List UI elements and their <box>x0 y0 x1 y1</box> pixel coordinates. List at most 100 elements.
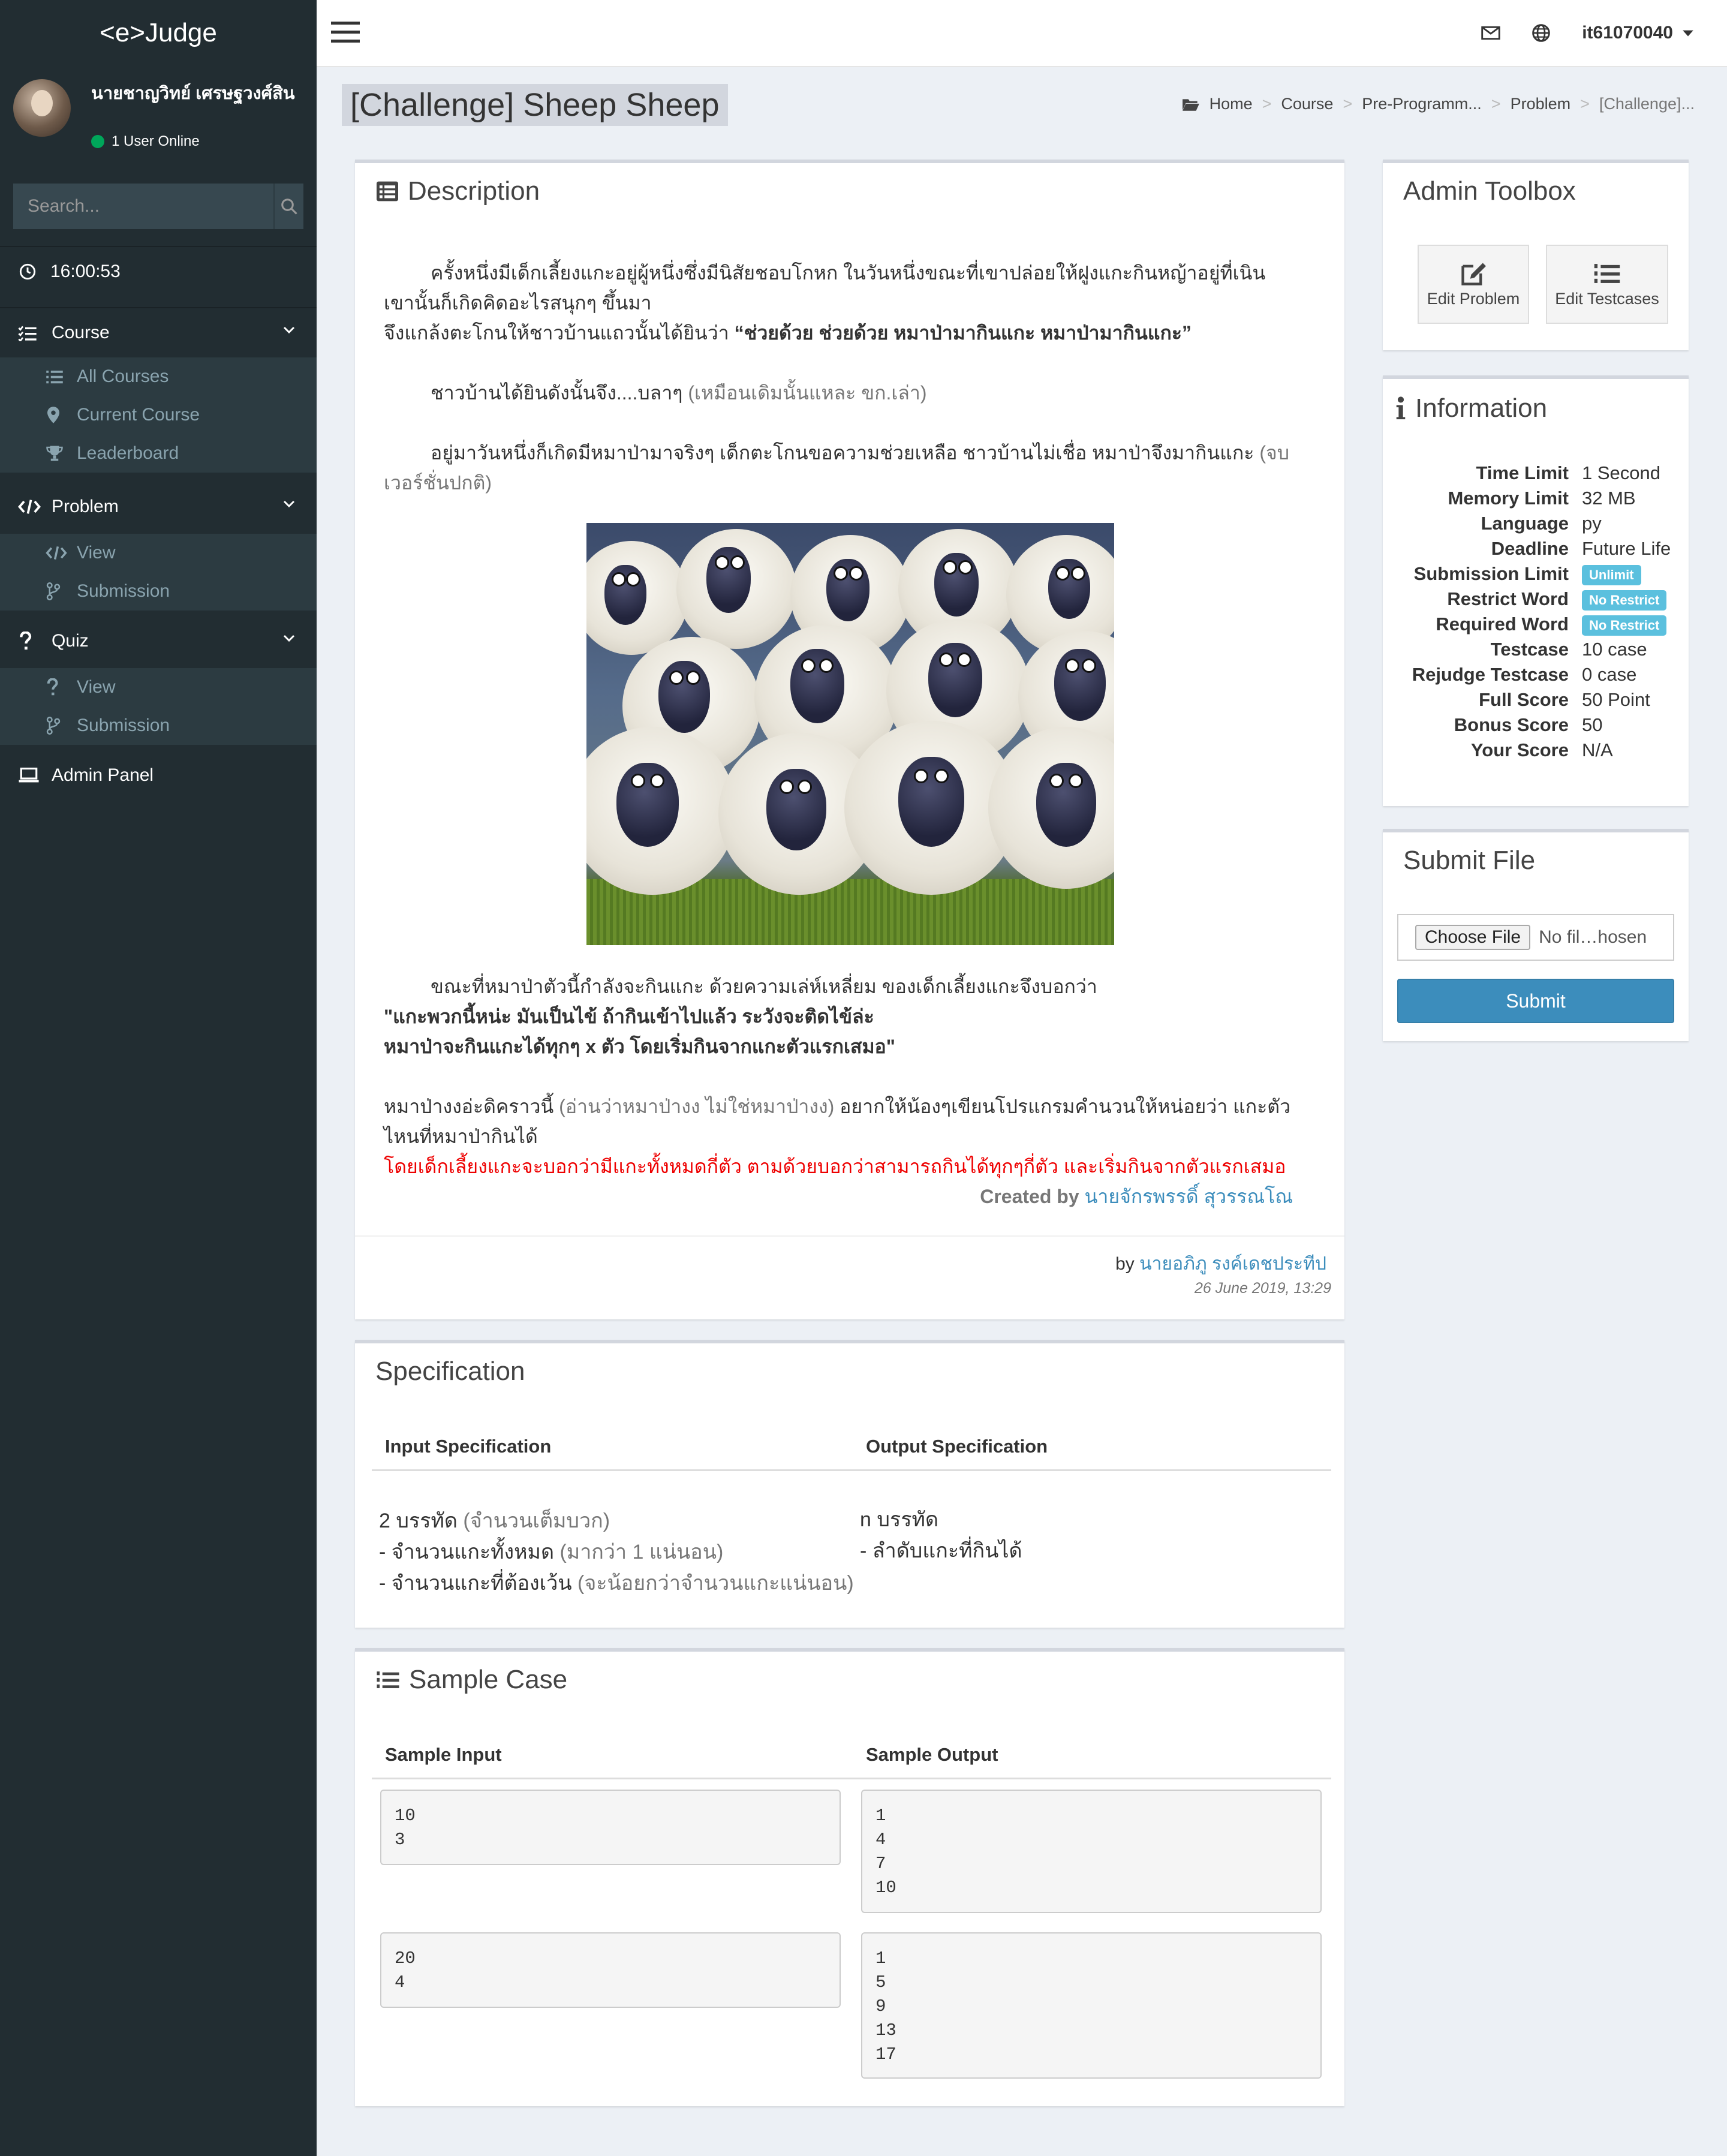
info-row: Bonus Score 50 <box>1385 712 1703 738</box>
info-icon <box>1396 396 1406 420</box>
sidebar-item-label: Submission <box>77 581 170 601</box>
admin-toolbox-title: Admin Toolbox <box>1403 176 1576 206</box>
sample-input-2[interactable]: 20 4 <box>380 1932 841 2008</box>
edit-testcases-label: Edit Testcases <box>1555 289 1659 308</box>
breadcrumb-problem[interactable]: Problem <box>1511 95 1571 113</box>
online-count: 1 User Online <box>112 133 200 149</box>
info-row: Required Word No Restrict <box>1385 612 1703 637</box>
problem-submenu: View Submission <box>0 534 317 611</box>
paragraph: เวอร์ชั่นปกติ) <box>384 472 492 494</box>
sample-output-header: Sample Output <box>866 1744 998 1765</box>
author-link[interactable]: นายจักรพรรดิ์ สุวรรณโณ <box>1085 1186 1293 1207</box>
choose-file-button[interactable]: Choose File <box>1415 925 1531 950</box>
edit-testcases-button[interactable]: Edit Testcases <box>1546 245 1668 324</box>
sidebar-item-quiz-view[interactable]: View <box>0 668 317 706</box>
info-row: Testcase 10 case <box>1385 637 1703 662</box>
list-ol-icon <box>1594 263 1620 283</box>
file-input[interactable]: Choose File No fil…hosen <box>1397 914 1674 961</box>
info-value: 50 Point <box>1582 689 1650 710</box>
paragraph: หมาป่างงอ่ะดิคราวนี้ (อ่านว่าหมาป่างง ไม… <box>384 1096 1291 1117</box>
breadcrumb-home[interactable]: Home <box>1209 95 1253 113</box>
sample-input-1[interactable]: 10 3 <box>380 1790 841 1865</box>
info-key: Testcase <box>1490 639 1569 660</box>
sidebar-item-current-course[interactable]: Current Course <box>0 396 317 434</box>
sidebar-item-quiz-submission[interactable]: Submission <box>0 706 317 745</box>
trophy-icon <box>46 446 63 461</box>
list-alt-icon <box>377 181 398 202</box>
list-icon <box>46 371 63 384</box>
user-menu[interactable]: it61070040 <box>1566 0 1710 66</box>
info-row: Full Score 50 Point <box>1385 687 1703 712</box>
sample-output-2[interactable]: 1 5 9 13 17 <box>861 1932 1322 2079</box>
paragraph-highlight: โดยเด็กเลี้ยงแกะจะบอกว่ามีแกะทั้งหมดกี่ต… <box>384 1156 1286 1177</box>
menu-course[interactable]: Course <box>0 308 317 357</box>
clock-icon <box>19 263 36 280</box>
sidebar-item-label: Leaderboard <box>77 443 179 463</box>
folder-open-icon <box>1182 98 1199 111</box>
list-ol-icon <box>377 1671 399 1688</box>
edit-problem-button[interactable]: Edit Problem <box>1418 245 1529 324</box>
breadcrumb: Home > Course > Pre-Programm... > Proble… <box>1182 95 1695 113</box>
info-row: Deadline Future Life <box>1385 536 1703 561</box>
divider <box>372 1778 1331 1779</box>
avatar <box>13 79 71 137</box>
sidebar-search <box>13 184 303 229</box>
info-row: Time Limit 1 Second <box>1385 461 1703 486</box>
language-button[interactable] <box>1516 0 1566 66</box>
brand-logo[interactable]: <e>Judge <box>0 0 317 66</box>
search-button[interactable] <box>273 184 303 229</box>
info-row: Your Score N/A <box>1385 738 1703 763</box>
info-value: 1 Second <box>1582 462 1660 483</box>
spec-line: - ลำดับแกะที่กินได้ <box>860 1539 1022 1562</box>
menu-problem[interactable]: Problem <box>0 482 317 531</box>
info-key: Language <box>1481 513 1569 534</box>
search-icon <box>281 199 297 215</box>
sidebar-toggle-icon[interactable] <box>331 22 360 44</box>
sidebar-item-problem-submission[interactable]: Submission <box>0 572 317 611</box>
sidebar-item-all-courses[interactable]: All Courses <box>0 357 317 396</box>
submit-button[interactable]: Submit <box>1397 979 1674 1023</box>
paragraph: ไหนที่หมาป่ากินได้ <box>384 1126 538 1147</box>
info-key: Submission Limit <box>1413 563 1569 584</box>
divider <box>372 1469 1331 1471</box>
sidebar-item-problem-view[interactable]: View <box>0 534 317 572</box>
sample-input-header: Sample Input <box>385 1744 502 1765</box>
paragraph: ขณะที่หมาป่าตัวนี้กำลังจะกินแกะ ด้วยความ… <box>431 976 1097 997</box>
information-header: Information <box>1395 393 1547 423</box>
paragraph: อยู่มาวันหนึ่งก็เกิดมีหมาป่ามาจริงๆ เด็ก… <box>431 442 1290 464</box>
sidebar: <e>Judge นายชาญวิทย์ เศรษฐวงศ์สิน 1 User… <box>0 0 317 2156</box>
sidebar-item-leaderboard[interactable]: Leaderboard <box>0 434 317 473</box>
post-date: 26 June 2019, 13:29 <box>1195 1280 1331 1297</box>
page-title: [Challenge] Sheep Sheep <box>342 84 728 126</box>
breadcrumb-course[interactable]: Course <box>1281 95 1333 113</box>
info-row: Rejudge Testcase 0 case <box>1385 662 1703 687</box>
spec-line: 2 บรรทัด (จำนวนเต็มบวก) <box>379 1509 610 1532</box>
poster-link[interactable]: นายอภิภู รงค์เดชประทีป <box>1139 1254 1326 1274</box>
list-check-icon <box>18 326 37 341</box>
sample-output-1[interactable]: 1 4 7 10 <box>861 1790 1322 1913</box>
menu-admin-panel[interactable]: Admin Panel <box>0 751 317 800</box>
sheep-image <box>586 523 1114 945</box>
question-icon <box>20 632 32 650</box>
paragraph: ชาวบ้านได้ยินดังนั้นจึง....บลาๆ (เหมือนเ… <box>431 382 927 404</box>
chevron-down-icon <box>283 326 295 334</box>
sidebar-item-label: Submission <box>77 715 170 735</box>
messages-button[interactable] <box>1466 0 1516 66</box>
info-row: Submission Limit Unlimit <box>1385 561 1703 587</box>
menu-quiz[interactable]: Quiz <box>0 617 317 666</box>
envelope-icon <box>1481 26 1500 40</box>
search-input[interactable] <box>13 184 273 229</box>
info-value: 10 case <box>1582 639 1647 660</box>
info-row: Language py <box>1385 511 1703 536</box>
spec-line: - จำนวนแกะที่ต้องเว้น (จะน้อยกว่าจำนวนแก… <box>379 1572 854 1595</box>
chevron-down-icon <box>283 635 295 642</box>
globe-icon <box>1532 24 1550 42</box>
info-badge: No Restrict <box>1582 590 1667 611</box>
top-navbar: it61070040 <box>317 0 1727 67</box>
info-key: Time Limit <box>1476 462 1569 483</box>
info-value: 0 case <box>1582 664 1637 685</box>
breadcrumb-pre-programming[interactable]: Pre-Programm... <box>1362 95 1482 113</box>
caret-down-icon <box>1683 30 1693 37</box>
output-spec-header: Output Specification <box>866 1436 1048 1457</box>
paragraph: หมาป่าจะกินแกะได้ทุกๆ x ตัว โดยเริ่มกินจ… <box>384 1036 895 1057</box>
